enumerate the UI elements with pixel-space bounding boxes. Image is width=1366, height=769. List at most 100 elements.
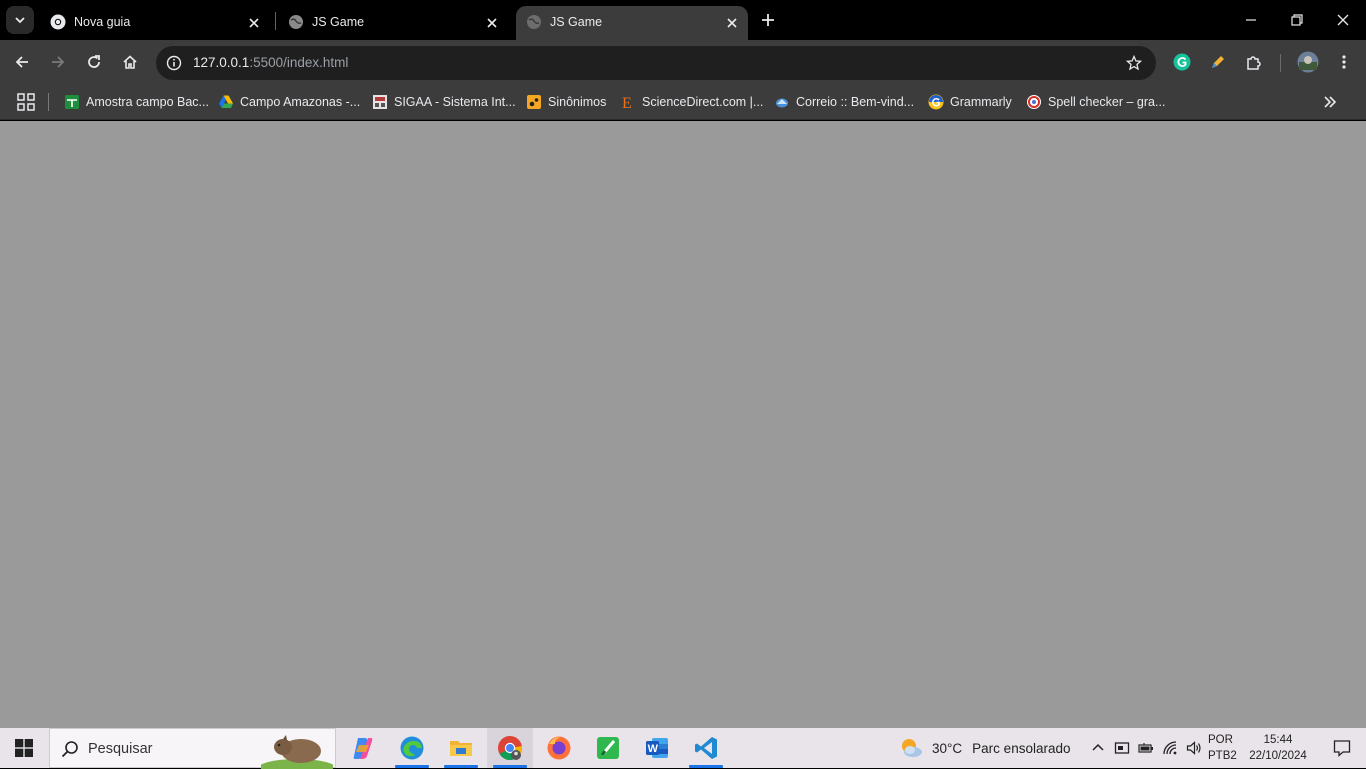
input-language-indicator[interactable]: POR PTB2 [1208, 732, 1242, 764]
home-icon [123, 55, 137, 69]
restore-button[interactable] [1274, 0, 1320, 40]
edge-icon [400, 736, 424, 760]
bookmark-label: ScienceDirect.com |... [642, 95, 764, 109]
chevron-up-icon [1092, 743, 1104, 751]
browser-toolbar: 127.0.0.1:5500/index.html [0, 40, 1366, 84]
forward-button[interactable] [44, 48, 72, 76]
search-placeholder: Pesquisar [88, 741, 153, 757]
bookmarks-separator [48, 93, 49, 111]
plus-icon [762, 14, 774, 26]
tab-title: JS Game [550, 15, 603, 29]
grammarly-icon [928, 94, 944, 110]
tray-security[interactable] [1110, 728, 1134, 768]
bookmark-label: Grammarly [950, 95, 1012, 109]
reload-icon [88, 55, 100, 68]
site-info-icon[interactable] [164, 53, 184, 73]
url-path: :5500/index.html [249, 55, 349, 70]
wifi-icon [1163, 741, 1177, 755]
back-button[interactable] [8, 48, 36, 76]
notification-center-button[interactable] [1318, 728, 1366, 768]
taskbar-chrome[interactable] [487, 728, 533, 768]
restore-icon [1291, 14, 1303, 26]
clock-date: 22/10/2024 [1249, 750, 1307, 762]
tab-js-game-active[interactable]: JS Game [516, 6, 748, 40]
taskbar-clock[interactable]: 15:44 22/10/2024 [1246, 732, 1310, 764]
tab-strip: Nova guia JS Game JS Game [0, 0, 1366, 40]
tab-nova-guia[interactable]: Nova guia [40, 6, 270, 40]
svg-text:W: W [648, 743, 659, 755]
reload-button[interactable] [80, 48, 108, 76]
arrow-left-icon [15, 56, 28, 68]
bookmarks-bar: Amostra campo Bac... Campo Amazonas -...… [0, 84, 1366, 120]
tray-battery[interactable] [1134, 728, 1158, 768]
sigaa-icon [373, 95, 387, 109]
home-button[interactable] [116, 48, 144, 76]
bookmark-label: Campo Amazonas -... [240, 95, 361, 109]
double-chevron-right-icon [1324, 96, 1337, 108]
tab-search-button[interactable] [6, 6, 34, 34]
bookmark-label: Sinônimos [548, 95, 607, 109]
svg-text:E: E [622, 95, 632, 110]
extensions-button[interactable] [1240, 48, 1268, 76]
taskbar-vscode[interactable] [683, 728, 729, 768]
new-tab-button[interactable] [756, 8, 780, 32]
taskbar-firefox[interactable] [536, 728, 582, 768]
bookmark-label: Spell checker – gra... [1048, 95, 1166, 109]
pencil-extension-button[interactable] [1204, 48, 1232, 76]
bookmark-sigaa[interactable]: SIGAA - Sistema Int... [372, 90, 516, 114]
tab-js-game[interactable]: JS Game [278, 6, 508, 40]
clock-time: 15:44 [1263, 734, 1293, 746]
taskbar-search[interactable]: Pesquisar [49, 728, 336, 769]
windows-taskbar: Pesquisar W 30°C Parc ensolarado POR PTB… [0, 728, 1366, 769]
bookmark-correio[interactable]: Correio :: Bem-vind... [774, 90, 914, 114]
bookmark-campo-amazonas[interactable]: Campo Amazonas -... [218, 90, 360, 114]
notification-icon [1333, 740, 1351, 757]
taskbar-edge[interactable] [389, 728, 435, 768]
show-hidden-icons-button[interactable] [1086, 728, 1110, 768]
bookmark-sinonimos[interactable]: Sinônimos [526, 90, 606, 114]
sinonimos-icon [527, 95, 541, 109]
bookmark-amostra[interactable]: Amostra campo Bac... [64, 90, 209, 114]
bookmark-label: Correio :: Bem-vind... [796, 95, 915, 109]
grammarly-extension-button[interactable] [1168, 48, 1196, 76]
more-bookmarks-button[interactable] [1320, 92, 1340, 112]
globe-icon [527, 15, 541, 29]
minimize-button[interactable] [1228, 0, 1274, 40]
taskbar-green-app[interactable] [585, 728, 631, 768]
close-icon [1337, 14, 1349, 26]
green-app-icon [597, 737, 619, 759]
close-icon[interactable] [724, 15, 740, 31]
file-explorer-icon [450, 741, 472, 756]
shield-icon [1114, 742, 1130, 754]
bookmark-spell-checker[interactable]: Spell checker – gra... [1026, 90, 1165, 114]
battery-icon [1138, 743, 1153, 753]
page-content[interactable] [0, 121, 1366, 728]
weather-widget[interactable]: 30°C Parc ensolarado [898, 728, 1070, 768]
menu-button[interactable] [1330, 48, 1358, 76]
word-icon: W [646, 738, 668, 758]
close-window-button[interactable] [1320, 0, 1366, 40]
profile-button[interactable] [1294, 48, 1322, 76]
close-icon[interactable] [246, 15, 262, 31]
taskbar-file-explorer[interactable] [438, 728, 484, 768]
arrow-right-icon [52, 56, 65, 68]
start-button[interactable] [0, 728, 48, 768]
close-icon[interactable] [484, 15, 500, 31]
bookmark-grammarly[interactable]: Grammarly [928, 90, 1012, 114]
tray-volume[interactable] [1182, 728, 1206, 768]
bookmark-label: Amostra campo Bac... [86, 95, 209, 109]
address-bar[interactable]: 127.0.0.1:5500/index.html [156, 46, 1156, 80]
taskbar-copilot[interactable] [340, 728, 386, 768]
drive-icon [219, 95, 233, 108]
toolbar-divider [1280, 54, 1281, 72]
mail-icon [776, 98, 788, 108]
apps-grid-icon[interactable] [16, 92, 36, 112]
bookmark-label: SIGAA - Sistema Int... [394, 95, 516, 109]
bookmark-sciencedirect[interactable]: E ScienceDirect.com |... [620, 90, 763, 114]
bookmark-star-icon[interactable] [1124, 53, 1144, 73]
vscode-icon [695, 737, 717, 759]
puzzle-icon [1247, 56, 1261, 70]
tab-separator [275, 12, 276, 30]
tray-network[interactable] [1158, 728, 1182, 768]
taskbar-word[interactable]: W [634, 728, 680, 768]
